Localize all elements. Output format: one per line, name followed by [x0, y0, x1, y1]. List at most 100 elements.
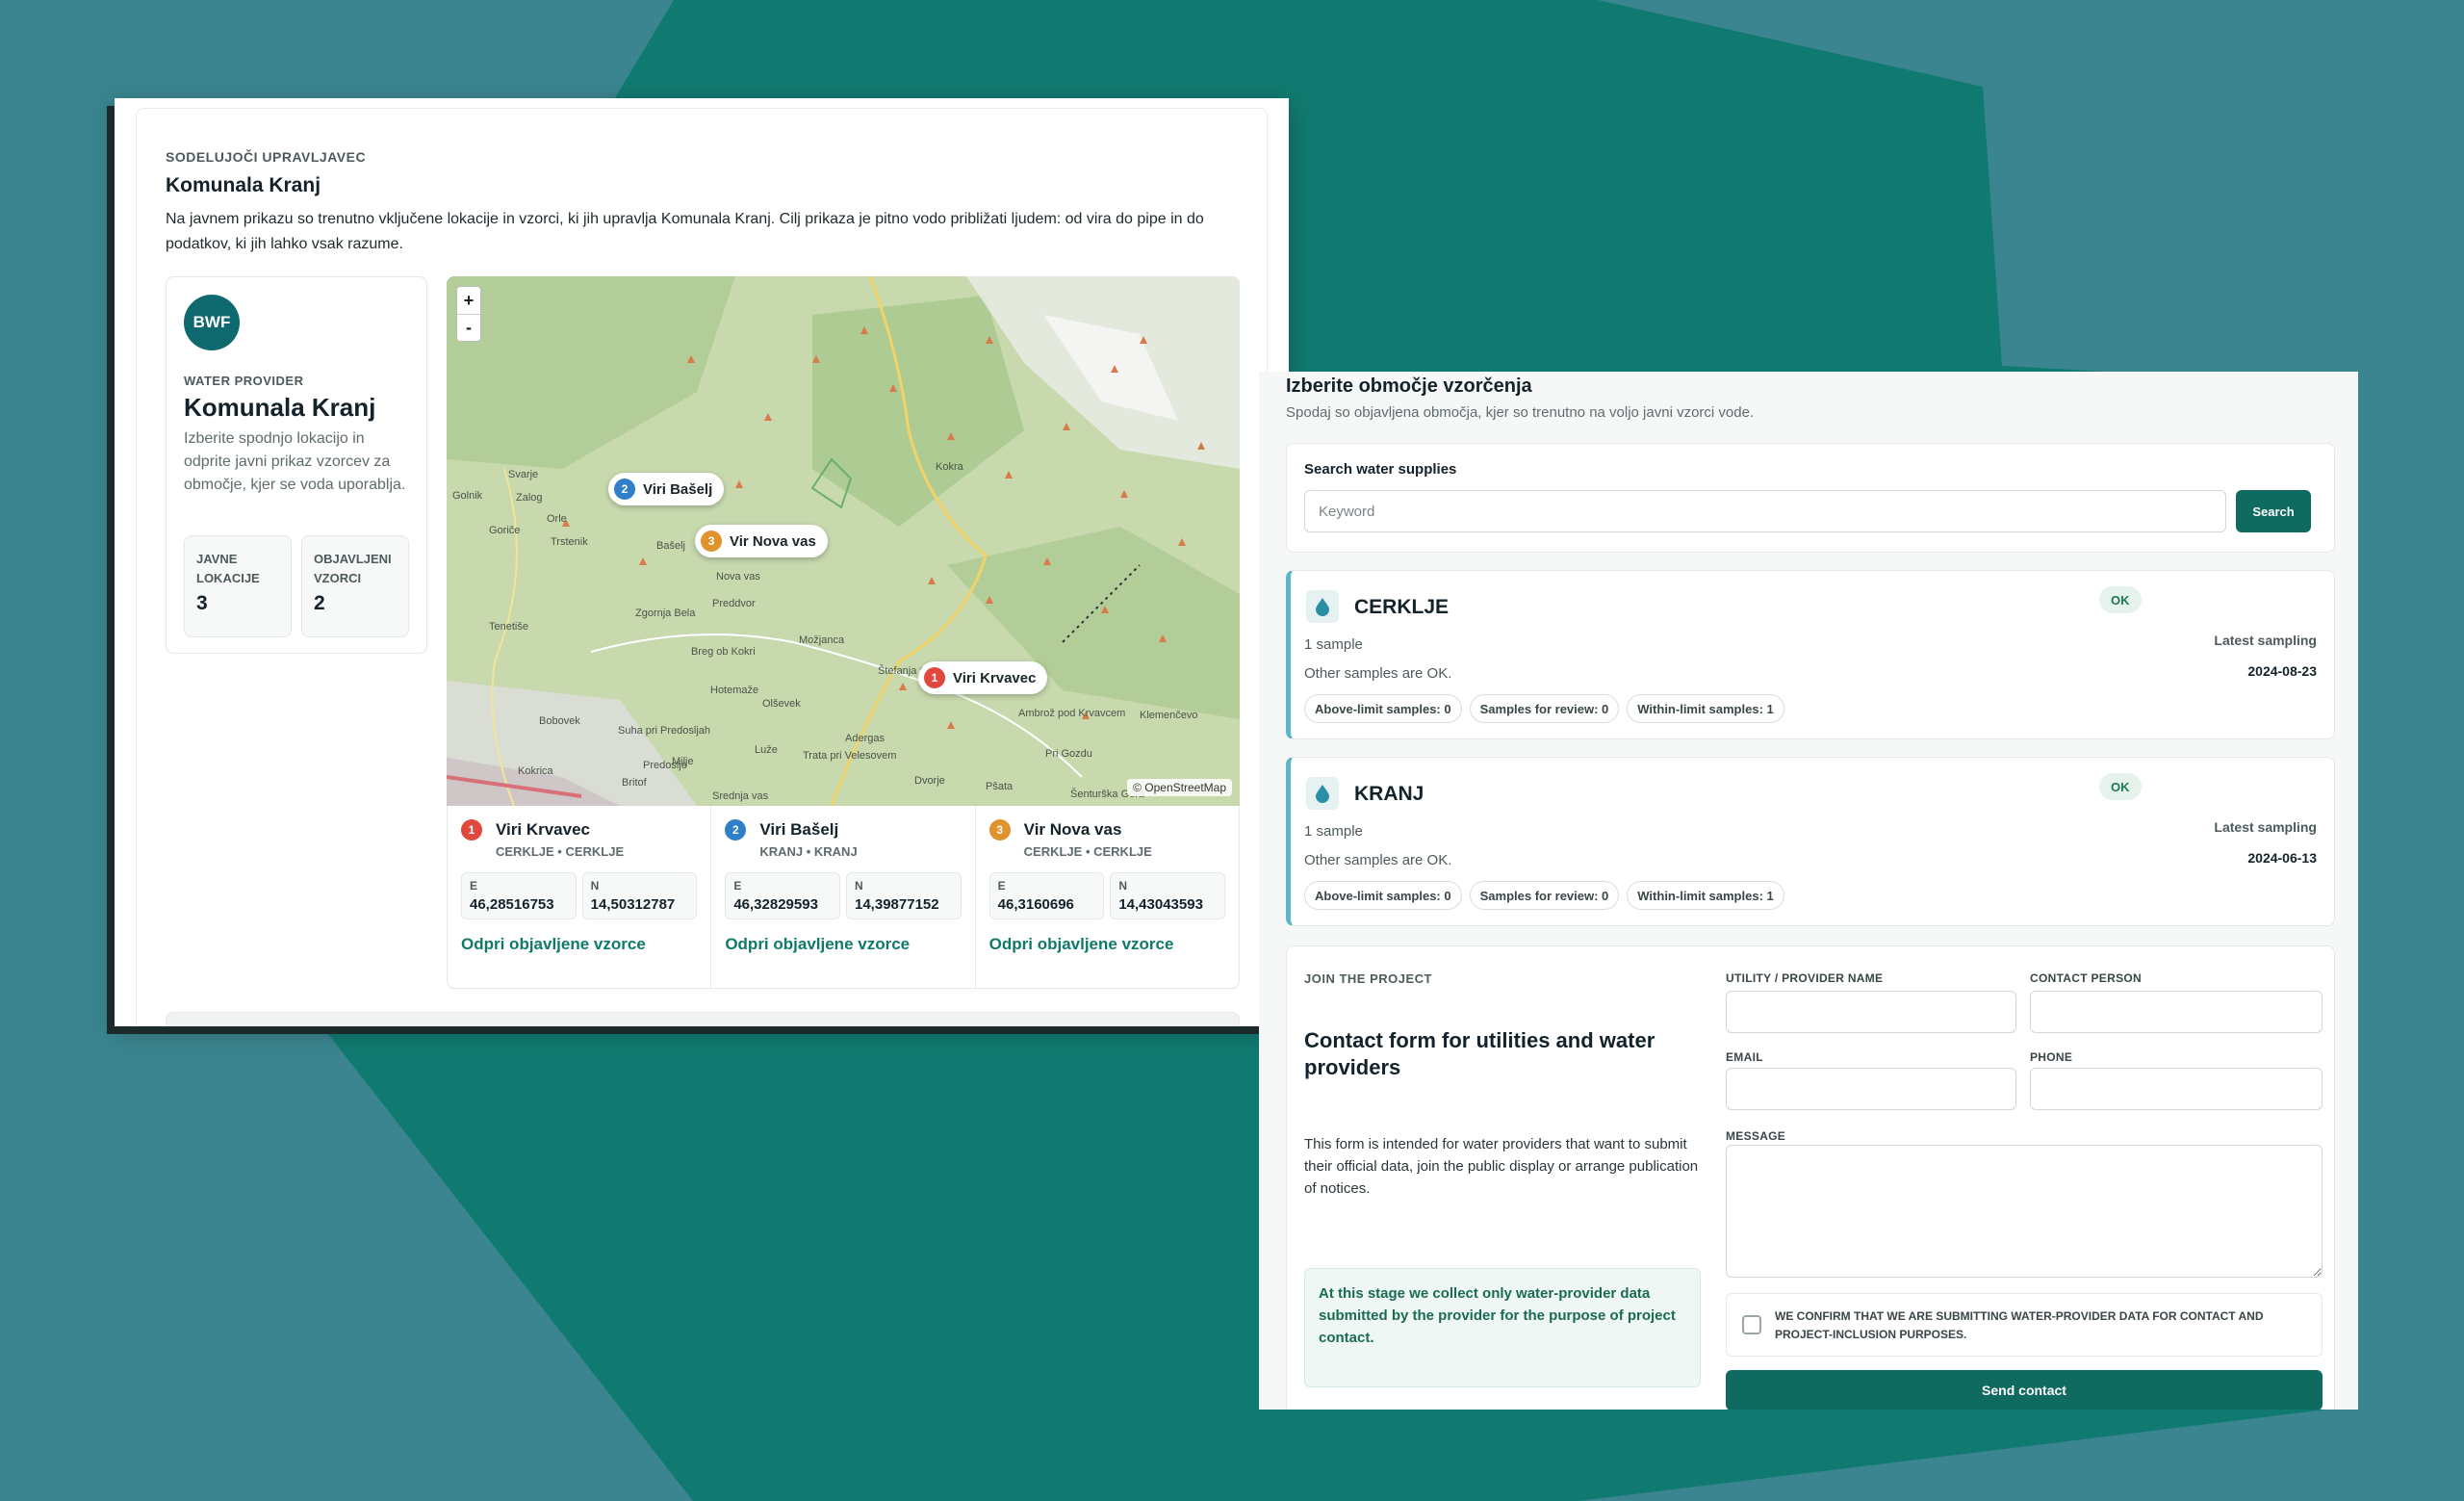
status-badge: OK [2099, 586, 2142, 613]
location-number: 2 [725, 819, 747, 841]
map-place-label: Bašelj [656, 540, 685, 552]
location-number: 3 [988, 819, 1011, 841]
zoom-in-button[interactable]: + [457, 287, 480, 314]
phone-field[interactable] [2030, 1068, 2323, 1110]
coord-e: E 46,32829593 [725, 872, 840, 919]
location-name: Viri Krvavec [496, 820, 590, 839]
map-place-label: Adergas [845, 733, 885, 744]
areas-subtitle: Spodaj so objavljena območja, kjer so tr… [1286, 404, 1755, 421]
water-drop-icon [1306, 590, 1339, 623]
search-button[interactable]: Search [2236, 490, 2311, 532]
email-field[interactable] [1726, 1068, 2016, 1110]
map-pin-viri-baselj[interactable]: 2 Viri Bašelj [608, 473, 725, 505]
contact-form-card: JOIN THE PROJECT Contact form for utilit… [1286, 945, 2335, 1410]
map-place-label: Golnik [452, 490, 483, 502]
sample-count: 1 sample [1304, 636, 1363, 653]
pin-label: Vir Nova vas [730, 532, 816, 550]
map-place-label: Hotemaže [710, 685, 759, 696]
map-place-label: Ambrož pod Krvavcem [1018, 708, 1126, 719]
map-place-label: Breg ob Kokri [691, 646, 756, 658]
section-description: Na javnem prikazu so trenutno vključene … [166, 211, 1204, 252]
confirm-label: WE CONFIRM THAT WE ARE SUBMITTING WATER-… [1775, 1309, 2264, 1341]
area-card-cerklje[interactable]: CERKLJE OK 1 sample Other samples are OK… [1286, 570, 2335, 739]
coord-value: 46,3160696 [997, 896, 1074, 913]
contact-person-label: CONTACT PERSON [2030, 971, 2142, 985]
chip-above-limit: Above-limit samples: 0 [1304, 881, 1462, 910]
message-field[interactable] [1726, 1145, 2323, 1278]
pin-label: Viri Bašelj [643, 480, 713, 498]
provider-name: Komunala Kranj [184, 393, 376, 422]
latest-sampling-date: 2024-08-23 [2247, 663, 2317, 679]
phone-label: PHONE [2030, 1050, 2073, 1064]
map-place-label: Tenetiše [489, 621, 528, 633]
coord-label: E [470, 879, 478, 893]
send-contact-button[interactable]: Send contact [1726, 1370, 2323, 1410]
map-attribution[interactable]: © OpenStreetMap [1127, 779, 1232, 796]
coord-value: 14,39877152 [855, 896, 939, 913]
latest-sampling-date: 2024-06-13 [2247, 850, 2317, 866]
status-badge: OK [2099, 773, 2142, 800]
search-label: Search water supplies [1304, 461, 1457, 478]
chip-for-review: Samples for review: 0 [1469, 694, 1620, 723]
coord-label: N [1118, 879, 1127, 893]
contact-eyebrow: JOIN THE PROJECT [1304, 971, 1432, 986]
map-place-label: Orle [547, 513, 567, 525]
coord-value: 14,50312787 [590, 896, 676, 913]
stat-label: JAVNE LOKACIJE [196, 552, 260, 585]
location-card: 2 Viri Bašelj KRANJ • KRANJ E 46,3282959… [711, 806, 976, 988]
location-name: Vir Nova vas [1023, 820, 1122, 839]
map-place-label: Pšata [986, 781, 1014, 792]
search-input[interactable] [1304, 490, 2226, 532]
section-eyebrow: SODELUJOČI UPRAVLJAVEC [166, 149, 367, 165]
confirm-checkbox-row[interactable]: WE CONFIRM THAT WE ARE SUBMITTING WATER-… [1726, 1293, 2323, 1357]
coord-label: N [590, 879, 600, 893]
stat-public-locations: JAVNE LOKACIJE 3 [184, 535, 292, 637]
zoom-out-button[interactable]: - [457, 314, 480, 341]
map-place-label: Bobovek [539, 715, 580, 727]
map-place-label: Predoslje [643, 760, 687, 771]
stat-label: OBJAVLJENI VZORCI [314, 552, 392, 585]
coord-n: N 14,39877152 [846, 872, 962, 919]
provider-name-label: UTILITY / PROVIDER NAME [1726, 971, 1884, 985]
map-place-label: Suha pri Predosljah [618, 725, 711, 737]
map-place-label: Olševek [762, 698, 801, 710]
location-card: 1 Viri Krvavec CERKLJE • CERKLJE E 46,28… [448, 806, 712, 988]
provider-name-field[interactable] [1726, 991, 2016, 1033]
open-samples-link[interactable]: Odpri objavljene vzorce [725, 935, 961, 954]
provider-section: SODELUJOČI UPRAVLJAVEC Komunala Kranj Na… [136, 108, 1268, 1026]
coord-e: E 46,3160696 [988, 872, 1105, 919]
map-place-label: Kokra [936, 461, 963, 473]
contact-note: At this stage we collect only water-prov… [1304, 1268, 1701, 1387]
chip-above-limit: Above-limit samples: 0 [1304, 694, 1462, 723]
chip-for-review: Samples for review: 0 [1469, 881, 1620, 910]
area-name: KRANJ [1354, 783, 1424, 805]
map-pin-vir-nova-vas[interactable]: 3 Vir Nova vas [695, 525, 828, 557]
coord-value: 14,43043593 [1118, 896, 1203, 913]
map-place-label: Trstenik [551, 536, 588, 548]
map-place-label: Možjanca [799, 634, 845, 646]
confirm-checkbox[interactable] [1742, 1315, 1761, 1334]
map-place-label: Srednja vas [712, 790, 769, 802]
provider-panel: SODELUJOČI UPRAVLJAVEC Komunala Kranj Na… [115, 98, 1289, 1026]
map-place-label: Pri Gozdu [1045, 748, 1092, 760]
next-section-edge [166, 1012, 1240, 1026]
open-samples-link[interactable]: Odpri objavljene vzorce [461, 935, 697, 954]
area-card-kranj[interactable]: KRANJ OK 1 sample Other samples are OK. … [1286, 757, 2335, 926]
map-place-label: Zgornja Bela [635, 608, 696, 619]
locations-map[interactable]: + - Kokra Svarje Golnik Zalog Goriče Orl… [447, 276, 1240, 806]
latest-sampling-label: Latest sampling [2214, 819, 2317, 835]
water-drop-icon [1306, 777, 1339, 810]
email-label: EMAIL [1726, 1050, 1763, 1064]
open-samples-link[interactable]: Odpri objavljene vzorce [989, 935, 1225, 954]
locations-list: 1 Viri Krvavec CERKLJE • CERKLJE E 46,28… [447, 806, 1240, 989]
zoom-control: + - [456, 286, 481, 342]
location-number: 1 [461, 819, 482, 841]
contact-person-field[interactable] [2030, 991, 2323, 1033]
stat-value: 2 [314, 592, 325, 614]
sample-note: Other samples are OK. [1304, 852, 1452, 868]
location-card: 3 Vir Nova vas CERKLJE • CERKLJE E 46,31… [976, 806, 1239, 988]
message-label: MESSAGE [1726, 1129, 1786, 1143]
sample-note: Other samples are OK. [1304, 665, 1452, 682]
map-pin-viri-krvavec[interactable]: 1 Viri Krvavec [918, 661, 1048, 694]
map-place-label: Dvorje [914, 775, 945, 787]
